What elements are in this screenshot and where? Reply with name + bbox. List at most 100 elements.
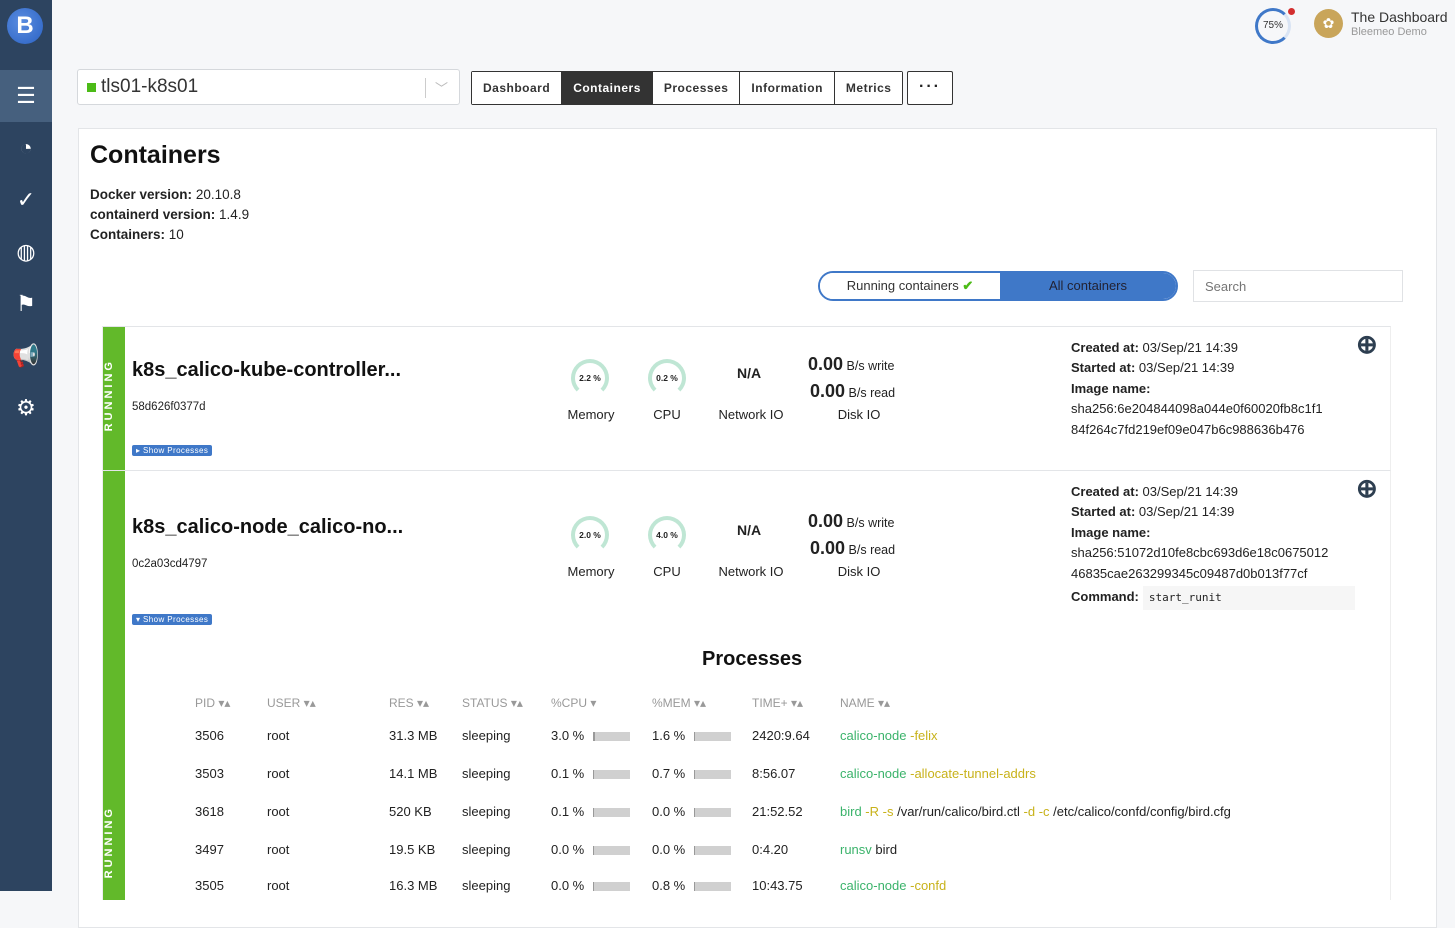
cell-status: sleeping	[462, 728, 510, 743]
status-label: RUNNING	[103, 359, 125, 431]
column-header-user[interactable]: USER ▾▴	[267, 696, 316, 710]
bleemeo-logo[interactable]: B	[7, 8, 43, 44]
column-header-cpu[interactable]: %CPU ▾	[551, 696, 596, 710]
mem-bar	[694, 882, 731, 891]
cell-name: calico-node -allocate-tunnel-addrs	[840, 766, 1036, 781]
name-segment: runsv	[840, 842, 872, 857]
cell-mem: 0.0 %	[652, 842, 685, 857]
disk-write: 0.00 B/s write	[808, 354, 894, 375]
network-io-value: N/A	[737, 365, 761, 381]
cpu-bar	[593, 732, 630, 741]
cell-mem: 0.0 %	[652, 804, 685, 819]
server-icon: ☰	[16, 83, 36, 109]
created-at: 03/Sep/21 14:39	[1143, 484, 1238, 499]
mem-bar	[694, 846, 731, 855]
agent-select[interactable]: tls01-k8s01 ﹀	[77, 69, 460, 105]
mem-bar	[694, 732, 731, 741]
zoom-in-icon[interactable]: ⊕	[1356, 473, 1378, 504]
disk-io-label: Disk IO	[819, 407, 899, 422]
mem-bar	[694, 770, 731, 779]
cpu-gauge: 0.2 %	[648, 359, 686, 397]
show-processes-button[interactable]: ▸ Show Processes	[132, 445, 212, 456]
mem-bar-fill	[694, 770, 695, 779]
cell-name: bird -R -s /var/run/calico/bird.ctl -d -…	[840, 804, 1231, 819]
container-name[interactable]: k8s_calico-node_calico-no...	[132, 516, 403, 539]
name-segment: -felix	[907, 728, 938, 743]
command-value: start_runit	[1143, 586, 1355, 610]
cell-cpu: 0.1 %	[551, 766, 584, 781]
cell-name: calico-node -felix	[840, 728, 938, 743]
image-name: sha256:51072d10fe8cbc693d6e18c0675012	[1071, 543, 1355, 563]
column-header-res[interactable]: RES ▾▴	[389, 696, 429, 710]
disk-read: 0.00 B/s read	[810, 538, 895, 559]
search-input[interactable]	[1193, 270, 1403, 302]
cell-name: runsv bird	[840, 842, 897, 857]
cell-pid: 3503	[195, 766, 224, 781]
cpu-bar	[593, 846, 630, 855]
usage-gauge[interactable]: 75%	[1255, 8, 1291, 44]
organization-name[interactable]: The Dashboard	[1351, 9, 1448, 25]
organization-icon[interactable]: ✿	[1314, 9, 1343, 38]
cpu-label: CPU	[627, 407, 707, 422]
agent-select-value: tls01-k8s01	[101, 76, 198, 98]
sidebar-item-dashboard[interactable]: ◔	[0, 122, 52, 174]
disk-write: 0.00 B/s write	[808, 511, 894, 532]
globe-icon: ◍	[16, 239, 35, 265]
started-at: 03/Sep/21 14:39	[1139, 504, 1234, 519]
check-icon: ✔	[962, 278, 973, 293]
tab-information[interactable]: Information	[740, 72, 835, 104]
sidebar-item-check-circle[interactable]: ✓	[0, 174, 52, 226]
memory-gauge: 2.0 %	[571, 516, 609, 554]
mem-bar-fill	[694, 732, 695, 741]
container-name[interactable]: k8s_calico-kube-controller...	[132, 359, 401, 382]
image-name-cont: 84f264c7fd219ef09e047b6c988636b476	[1071, 420, 1323, 440]
column-header-mem[interactable]: %MEM ▾▴	[652, 696, 706, 710]
tab-containers[interactable]: Containers	[562, 72, 653, 104]
cell-status: sleeping	[462, 842, 510, 857]
sidebar-item-server[interactable]: ☰	[0, 70, 52, 122]
cell-status: sleeping	[462, 804, 510, 819]
running-containers-option[interactable]: Running containers ✔	[820, 273, 1000, 299]
cell-res: 14.1 MB	[389, 766, 437, 781]
flag-icon: ⚑	[16, 291, 36, 317]
zoom-in-icon[interactable]: ⊕	[1356, 329, 1378, 360]
sidebar: B ☰ ◔ ✓ ◍ ⚑ 📢⚙	[0, 0, 52, 891]
sidebar-item-globe[interactable]: ◍	[0, 226, 52, 278]
check-circle-icon: ✓	[17, 187, 35, 213]
cell-cpu: 0.1 %	[551, 804, 584, 819]
chevron-down-icon[interactable]: ﹀	[435, 78, 448, 97]
disk-io-label: Disk IO	[819, 564, 899, 579]
cell-user: root	[267, 804, 289, 819]
cell-res: 520 KB	[389, 804, 432, 819]
sidebar-item-flag[interactable]: ⚑	[0, 278, 52, 330]
cell-mem: 1.6 %	[652, 728, 685, 743]
name-segment: calico-node	[840, 766, 907, 781]
status-label: RUNNING	[103, 806, 125, 878]
column-header-time[interactable]: TIME+ ▾▴	[752, 696, 803, 710]
container-meta: Created at: 03/Sep/21 14:39 Started at: …	[1071, 338, 1323, 440]
organization-subtitle: Bleemeo Demo	[1351, 26, 1427, 38]
sidebar-item-megaphone[interactable]: 📢	[0, 330, 52, 382]
disk-read: 0.00 B/s read	[810, 381, 895, 402]
container-row: RUNNING k8s_calico-node_calico-no... 0c2…	[102, 470, 1391, 900]
cell-status: sleeping	[462, 766, 510, 781]
tab-metrics[interactable]: Metrics	[835, 72, 903, 104]
sidebar-item-gear[interactable]: ⚙	[0, 382, 52, 434]
dashboard-icon: ◔	[19, 135, 32, 161]
all-containers-option[interactable]: All containers	[1000, 273, 1176, 299]
column-header-pid[interactable]: PID ▾▴	[195, 696, 230, 710]
tab-dashboard[interactable]: Dashboard	[472, 72, 562, 104]
container-id: 58d626f0377d	[132, 401, 206, 413]
show-processes-button[interactable]: ▾ Show Processes	[132, 614, 212, 625]
container-meta: Created at: 03/Sep/21 14:39 Started at: …	[1071, 482, 1355, 610]
column-header-status[interactable]: STATUS ▾▴	[462, 696, 523, 710]
tab-processes[interactable]: Processes	[653, 72, 741, 104]
container-row: RUNNING k8s_calico-kube-controller... 58…	[102, 326, 1391, 470]
column-header-name[interactable]: NAME ▾▴	[840, 696, 890, 710]
tab-bar: Dashboard Containers Processes Informati…	[471, 71, 903, 105]
cell-cpu: 0.0 %	[551, 842, 584, 857]
more-button[interactable]: ···	[907, 71, 953, 105]
name-segment: calico-node	[840, 728, 907, 743]
network-io-value: N/A	[737, 522, 761, 538]
cell-time: 21:52.52	[752, 804, 803, 819]
